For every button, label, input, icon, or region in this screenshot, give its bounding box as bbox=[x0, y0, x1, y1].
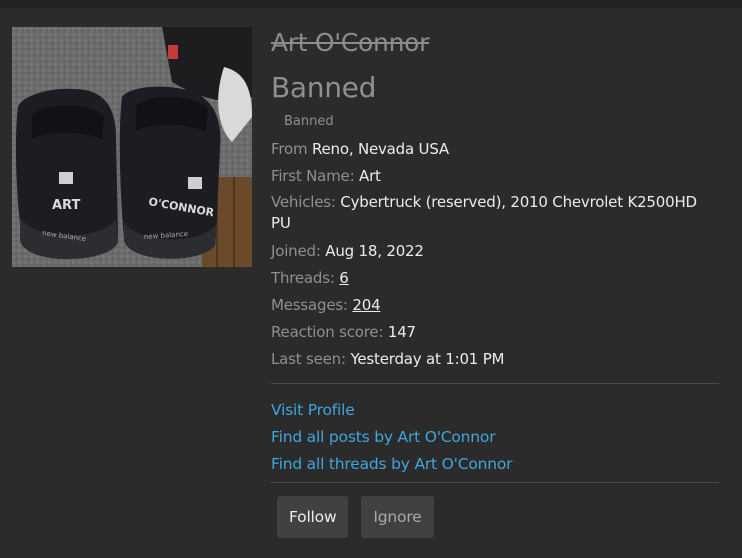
joined-row: Joined: Aug 18, 2022 bbox=[271, 242, 719, 261]
profile-links: Visit Profile Find all posts by Art O'Co… bbox=[271, 401, 719, 474]
first-name-value: Art bbox=[359, 167, 381, 185]
last-seen-row: Last seen: Yesterday at 1:01 PM bbox=[271, 350, 719, 369]
threads-row: Threads: 6 bbox=[271, 269, 719, 288]
username[interactable]: Art O'Connor bbox=[271, 26, 719, 60]
joined-value: Aug 18, 2022 bbox=[325, 242, 424, 260]
threads-label: Threads: bbox=[271, 269, 335, 287]
last-seen-value: Yesterday at 1:01 PM bbox=[350, 350, 505, 368]
from-value: Reno, Nevada USA bbox=[311, 140, 449, 158]
find-threads-link[interactable]: Find all threads by Art O'Connor bbox=[271, 455, 719, 474]
reaction-score-value: 147 bbox=[387, 323, 416, 341]
first-name-label: First Name: bbox=[271, 167, 355, 185]
vehicles-label: Vehicles: bbox=[271, 193, 336, 211]
reaction-score-label: Reaction score: bbox=[271, 323, 384, 341]
user-title: Banned bbox=[271, 71, 377, 104]
action-buttons: Follow Ignore bbox=[271, 496, 719, 538]
from-label: From bbox=[271, 140, 308, 158]
reaction-score-row: Reaction score: 147 bbox=[271, 323, 719, 342]
vehicles-row: Vehicles: Cybertruck (reserved), 2010 Ch… bbox=[271, 192, 719, 234]
avatar-left-shoe-text: ART bbox=[52, 198, 80, 213]
joined-label: Joined: bbox=[271, 242, 321, 260]
top-edge bbox=[0, 0, 742, 8]
follow-button[interactable]: Follow bbox=[277, 496, 349, 538]
first-name-row: First Name: Art bbox=[271, 167, 719, 186]
ignore-button[interactable]: Ignore bbox=[361, 496, 434, 538]
banned-banner: Banned bbox=[284, 114, 334, 129]
from-row: From Reno, Nevada USA bbox=[271, 140, 719, 159]
member-info: Art O'Connor Banned Banned From Reno, Ne… bbox=[271, 26, 719, 538]
messages-label: Messages: bbox=[271, 296, 348, 314]
divider bbox=[271, 482, 719, 483]
last-seen-label: Last seen: bbox=[271, 350, 346, 368]
find-posts-link[interactable]: Find all posts by Art O'Connor bbox=[271, 428, 719, 447]
visit-profile-link[interactable]: Visit Profile bbox=[271, 401, 719, 420]
avatar-photo: ART O'CONNOR new balance new balance bbox=[12, 27, 252, 267]
messages-count-link[interactable]: 204 bbox=[352, 296, 380, 314]
messages-row: Messages: 204 bbox=[271, 296, 719, 315]
threads-count-link[interactable]: 6 bbox=[339, 269, 349, 287]
divider bbox=[271, 383, 719, 384]
user-avatar[interactable]: ART O'CONNOR new balance new balance bbox=[12, 27, 252, 267]
